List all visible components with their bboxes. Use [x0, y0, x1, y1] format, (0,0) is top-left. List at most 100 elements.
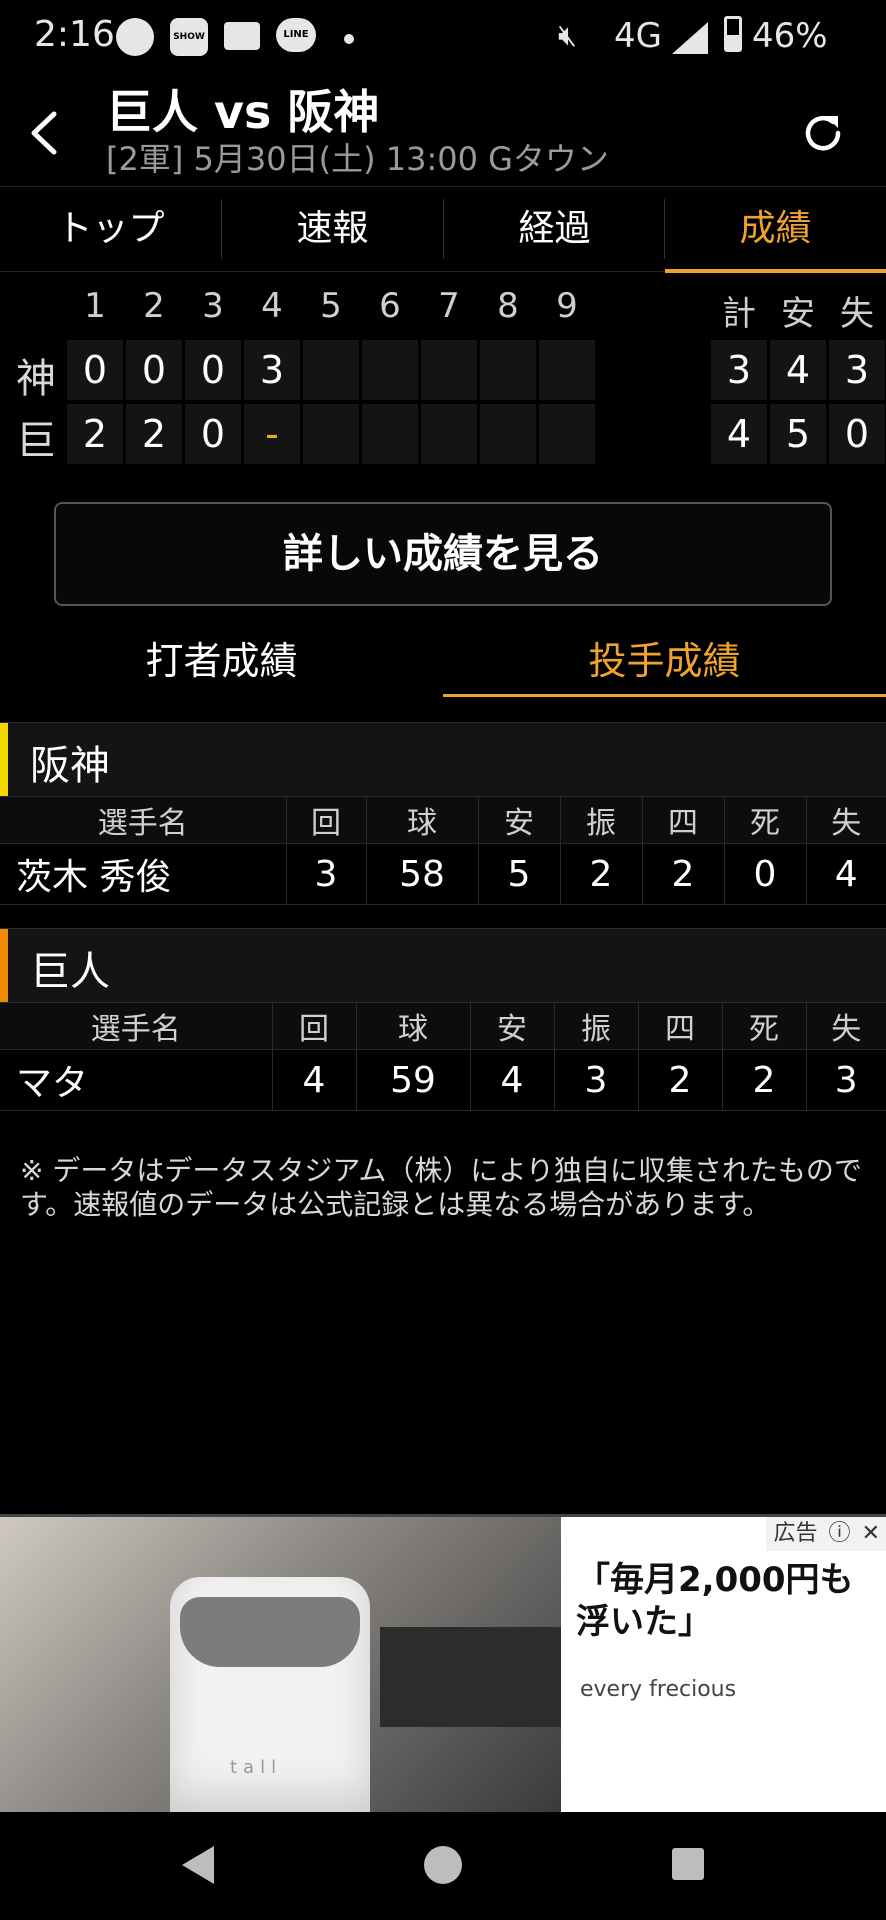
stat-cell: 4: [272, 1049, 357, 1111]
ad-headline[interactable]: 「毎月2,000円も浮いた」: [576, 1559, 876, 1643]
team-abbr: 神: [16, 356, 56, 402]
score-cell: 0: [67, 340, 123, 400]
column-header: 球: [356, 1002, 471, 1050]
stat-cell: 2: [642, 843, 725, 905]
column-header: 回: [272, 1002, 357, 1050]
advertisement-banner[interactable]: tall 広告 ⓘ ✕ 「毎月2,000円も浮いた」 every freciou…: [0, 1514, 886, 1815]
score-cell: [303, 404, 359, 464]
showroom-app-icon: SHOW ROOM: [170, 18, 208, 80]
status-bar: 2:16 SHOW ROOM LINE 🔇︎ 4G 46%: [0, 0, 886, 80]
tab-stats[interactable]: 成績: [665, 187, 886, 271]
column-header: 失: [806, 796, 886, 844]
score-cell: [539, 340, 595, 400]
stat-cell: 2: [722, 1049, 807, 1111]
tab-progress[interactable]: 経過: [444, 187, 665, 271]
main-tabs: トップ 速報 経過 成績: [0, 186, 886, 273]
table-row[interactable]: 茨木 秀俊 3 58 5 2 2 0 4: [0, 843, 886, 905]
score-cell: 2: [126, 404, 182, 464]
score-cell: [421, 340, 477, 400]
ad-brand: every frecious: [580, 1677, 737, 1702]
inning-header: 2: [143, 286, 165, 326]
stat-cell: 58: [366, 843, 479, 905]
ad-image[interactable]: tall: [0, 1517, 561, 1815]
total-cell: 3: [711, 340, 767, 400]
battery-percent: 46%: [752, 16, 828, 56]
active-subtab-indicator: [443, 694, 886, 697]
column-header: 四: [642, 796, 725, 844]
inning-header: 4: [261, 286, 283, 326]
nav-recents-icon[interactable]: [670, 1846, 706, 1882]
inning-header: 3: [202, 286, 224, 326]
score-cell: 0: [185, 404, 241, 464]
column-header: 安: [478, 796, 561, 844]
battery-icon: [724, 16, 742, 52]
team-abbr: 巨: [16, 418, 56, 464]
tab-batting-stats[interactable]: 打者成績: [0, 630, 443, 696]
score-cell: [362, 404, 418, 464]
column-header: 振: [560, 796, 643, 844]
inning-header: 5: [320, 286, 342, 326]
system-navigation-bar: [0, 1812, 886, 1920]
team-color-bar: [0, 929, 8, 1003]
inning-header: 6: [379, 286, 401, 326]
table-row[interactable]: マタ 4 59 4 3 2 2 3: [0, 1049, 886, 1111]
team-name: 阪神: [30, 743, 110, 789]
ad-info-icon[interactable]: ⓘ: [829, 1521, 851, 1546]
nav-back-icon[interactable]: [178, 1844, 218, 1886]
stat-cell: 5: [478, 843, 561, 905]
status-time: 2:16: [34, 14, 115, 55]
column-header: 選手名: [0, 796, 287, 844]
ad-label[interactable]: 広告 ⓘ ✕: [765, 1517, 886, 1551]
total-cell: 5: [770, 404, 826, 464]
column-header: 死: [722, 1002, 807, 1050]
inning-header: 1: [84, 286, 106, 326]
team-section-header: 巨人: [0, 928, 886, 1003]
column-header: 球: [366, 796, 479, 844]
stat-cell: 3: [286, 843, 367, 905]
column-header: 失: [806, 1002, 886, 1050]
pitching-table: 選手名 回 球 安 振 四 死 失 茨木 秀俊 3 58 5 2 2 0 4: [0, 796, 886, 905]
total-cell: 4: [711, 404, 767, 464]
score-cell: [539, 404, 595, 464]
score-cell: [362, 340, 418, 400]
pitching-table: 選手名 回 球 安 振 四 死 失 マタ 4 59 4 3 2 2 3: [0, 1002, 886, 1111]
stat-cell: 3: [554, 1049, 639, 1111]
network-type: 4G: [614, 16, 662, 56]
notification-circle-icon: [116, 18, 154, 56]
total-runs-header: 計: [722, 294, 756, 334]
column-header: 死: [724, 796, 807, 844]
team-section-header: 阪神: [0, 722, 886, 797]
tab-top[interactable]: トップ: [0, 187, 221, 271]
game-info: [2軍] 5月30日(土) 13:00 Gタウン: [106, 140, 609, 178]
ad-water-server-graphic: tall: [170, 1577, 370, 1815]
column-header: 振: [554, 1002, 639, 1050]
stat-cell: 59: [356, 1049, 471, 1111]
ad-appliance-lid: [180, 1597, 360, 1667]
table-header-row: 選手名 回 球 安 振 四 死 失: [0, 1002, 886, 1050]
back-arrow-icon[interactable]: [26, 110, 66, 156]
active-tab-indicator: [665, 269, 886, 273]
tab-pitching-stats[interactable]: 投手成績: [443, 630, 886, 696]
score-cell: 0: [126, 340, 182, 400]
total-cell: 3: [829, 340, 885, 400]
inning-header: 8: [497, 286, 519, 326]
nav-home-icon[interactable]: [422, 1844, 464, 1886]
refresh-icon[interactable]: [800, 110, 846, 156]
more-notifications-dot-icon: [344, 34, 354, 44]
detailed-stats-button[interactable]: 詳しい成績を見る: [54, 502, 832, 606]
score-cell: 3: [244, 340, 300, 400]
stat-cell: 2: [560, 843, 643, 905]
team-name: 巨人: [30, 949, 110, 995]
total-cell: 0: [829, 404, 885, 464]
score-cell-current: -: [244, 404, 300, 464]
player-name[interactable]: マタ: [0, 1049, 273, 1111]
ad-product-text: tall: [230, 1757, 283, 1778]
page-title: 巨人 vs 阪神: [106, 85, 380, 139]
tab-live[interactable]: 速報: [222, 187, 443, 271]
stat-cell: 4: [470, 1049, 555, 1111]
score-cell: [303, 340, 359, 400]
player-name[interactable]: 茨木 秀俊: [0, 843, 287, 905]
ad-close-icon[interactable]: ✕: [862, 1521, 880, 1546]
ad-label-text: 広告: [773, 1521, 818, 1546]
stat-cell: 3: [806, 1049, 886, 1111]
